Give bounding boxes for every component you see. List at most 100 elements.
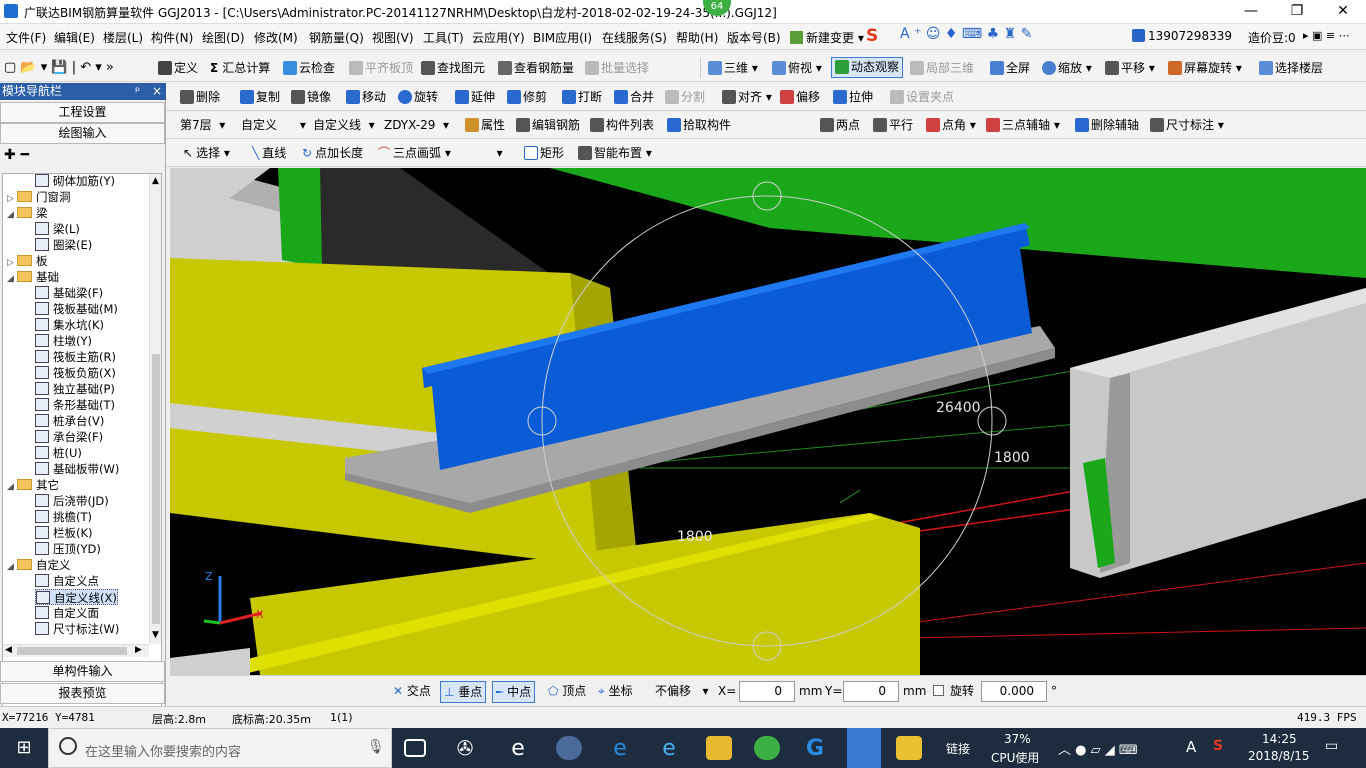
align-slab-top-button[interactable]: 平齐板顶	[349, 57, 413, 79]
tree-item[interactable]: 尺寸标注(W)	[35, 621, 119, 637]
tree-item[interactable]: 集水坑(K)	[35, 317, 104, 333]
nav-close-icon[interactable]: ×	[152, 83, 162, 100]
rotate-button[interactable]: 旋转	[398, 86, 438, 108]
tree-item[interactable]: 承台梁(F)	[35, 429, 103, 445]
tree-item[interactable]: 自定义面	[35, 605, 99, 621]
glodon-g-icon[interactable]: G	[802, 736, 828, 761]
tree-item[interactable]: 压顶(YD)	[35, 541, 101, 557]
drawing-input-button[interactable]: 绘图输入	[0, 123, 165, 144]
tree-folder[interactable]: ▷ 门窗洞	[7, 189, 71, 205]
component-name-select[interactable]: ZDYX-29 ▾	[384, 114, 449, 136]
single-component-input-button[interactable]: 单构件输入	[0, 661, 165, 682]
menu-bim[interactable]: BIM应用(I)	[533, 29, 592, 46]
tree-item[interactable]: 筏板负筋(X)	[35, 365, 116, 381]
local-3d-button[interactable]: 局部三维	[910, 57, 974, 79]
merge-button[interactable]: 合并	[614, 86, 654, 108]
notes-app-icon[interactable]	[896, 736, 922, 760]
tree-folder[interactable]: ◢ 基础	[7, 269, 59, 285]
tree-horizontal-scrollbar[interactable]: ◀ ▶	[3, 644, 149, 657]
scroll-right-icon[interactable]: ▶	[135, 645, 142, 655]
type-select[interactable]: 自定义线 ▾	[313, 114, 375, 136]
two-points-button[interactable]: 两点	[820, 114, 860, 136]
tree-item[interactable]: 后浇带(JD)	[35, 493, 109, 509]
tree-folder[interactable]: ▷ 板	[7, 253, 48, 269]
project-settings-button[interactable]: 工程设置	[0, 102, 165, 123]
snap-vertex[interactable]: ⬠ 顶点	[545, 681, 589, 703]
tree-item[interactable]: 条形基础(T)	[35, 397, 115, 413]
point-angle-button[interactable]: 点角 ▾	[926, 114, 976, 136]
fullscreen-button[interactable]: 全屏	[990, 57, 1030, 79]
delete-axis-button[interactable]: 删除辅轴	[1075, 114, 1139, 136]
batch-select-button[interactable]: 批量选择	[585, 57, 649, 79]
clock-time[interactable]: 14:25	[1262, 732, 1297, 746]
user-account[interactable]: 13907298339	[1132, 29, 1232, 43]
select-floor-button[interactable]: 选择楼层	[1259, 57, 1323, 79]
rotation-angle-field[interactable]: 0.000	[981, 681, 1047, 702]
point-length-button[interactable]: ↻ 点加长度	[302, 142, 363, 164]
tree-item[interactable]: 基础梁(F)	[35, 285, 103, 301]
tree-item[interactable]: 独立基础(P)	[35, 381, 115, 397]
cloud-check-button[interactable]: 云检查	[283, 57, 335, 79]
extend-button[interactable]: 延伸	[455, 86, 495, 108]
summary-calc-button[interactable]: Σ 汇总计算	[210, 57, 270, 79]
quick-access-icons[interactable]: ▢ 📂 ▾ 💾 | ↶ ▾ »	[4, 57, 114, 79]
ime-language[interactable]: A	[1186, 738, 1196, 756]
menu-file[interactable]: 文件(F)	[6, 29, 46, 46]
tree-item[interactable]: 桩承台(V)	[35, 413, 104, 429]
menu-modify[interactable]: 修改(M)	[254, 29, 298, 46]
tree-item[interactable]: 自定义点	[35, 573, 99, 589]
h-scroll-thumb[interactable]	[17, 647, 127, 655]
break-button[interactable]: 打断	[562, 86, 602, 108]
menu-tools[interactable]: 工具(T)	[423, 29, 464, 46]
tree-item[interactable]: 基础板带(W)	[35, 461, 119, 477]
copy-button[interactable]: 复制	[240, 86, 280, 108]
taskbar-search-box[interactable]: 在这里输入你要搜索的内容 🎙	[48, 728, 392, 768]
snap-perpendicular[interactable]: ⊥ 垂点	[440, 681, 487, 703]
floor-select[interactable]: 第7层 ▾	[180, 114, 225, 136]
three-point-arc-button[interactable]: ⌒ 三点画弧 ▾ ▾	[378, 142, 503, 164]
select-button[interactable]: ↖ 选择 ▾	[183, 142, 230, 164]
sogou-icon[interactable]: S	[866, 26, 878, 46]
rectangle-button[interactable]: 矩形	[524, 142, 564, 164]
3d-viewport[interactable]: 26400 1800 1800 Z X	[170, 168, 1366, 675]
three-point-axis-button[interactable]: 三点辅轴 ▾	[986, 114, 1060, 136]
tree-folder[interactable]: ◢ 梁	[7, 205, 48, 221]
tree-item[interactable]: 圈梁(E)	[35, 237, 92, 253]
stretch-button[interactable]: 拉伸	[833, 86, 873, 108]
snap-intersection[interactable]: ✕ 交点	[390, 681, 434, 703]
pan-button[interactable]: 平移 ▾	[1105, 57, 1155, 79]
menu-cloud[interactable]: 云应用(Y)	[472, 29, 525, 46]
define-button[interactable]: 定义	[158, 57, 198, 79]
split-button[interactable]: 分割	[665, 86, 705, 108]
find-element-button[interactable]: 查找图元	[421, 57, 485, 79]
menu-draw[interactable]: 绘图(D)	[202, 29, 245, 46]
offset-select[interactable]: 不偏移 ▾	[652, 681, 711, 703]
zoom-button[interactable]: 缩放 ▾	[1042, 57, 1092, 79]
trim-button[interactable]: 修剪	[507, 86, 547, 108]
fan-app-icon[interactable]: ✇	[452, 736, 478, 760]
tree-item[interactable]: 自定义线(X)	[35, 589, 118, 605]
tray-icons[interactable]: ︿ ● ▱ ◢ ⌨	[1058, 739, 1138, 758]
tree-item[interactable]: 砌体加筋(Y)	[35, 174, 115, 189]
3d-button[interactable]: 三维 ▾	[708, 57, 758, 79]
delete-button[interactable]: 删除	[180, 86, 220, 108]
close-button[interactable]: ✕	[1320, 0, 1366, 24]
menu-rebar-qty[interactable]: 钢筋量(Q)	[309, 29, 364, 46]
edit-rebar-button[interactable]: 编辑钢筋	[516, 114, 580, 136]
microphone-icon[interactable]: 🎙	[367, 739, 385, 755]
tree-item[interactable]: 桩(U)	[35, 445, 82, 461]
tree-item[interactable]: 梁(L)	[35, 221, 80, 237]
move-button[interactable]: 移动	[346, 86, 386, 108]
set-grip-button[interactable]: 设置夹点	[890, 86, 954, 108]
menu-new-change[interactable]: 新建变更 ▾	[790, 29, 864, 46]
browser-app-icon[interactable]	[556, 736, 582, 760]
file-explorer-icon[interactable]	[706, 736, 732, 760]
expand-arrow-icon[interactable]: ◢	[7, 271, 17, 287]
task-view-icon[interactable]	[404, 739, 426, 757]
scroll-left-icon[interactable]: ◀	[5, 645, 12, 655]
ie-browser-icon[interactable]: e	[505, 736, 531, 761]
menu-view[interactable]: 视图(V)	[372, 29, 414, 46]
tree-folder[interactable]: ◢ 其它	[7, 477, 59, 493]
scroll-up-icon[interactable]: ▲	[152, 176, 159, 186]
offset-button[interactable]: 偏移	[780, 86, 820, 108]
